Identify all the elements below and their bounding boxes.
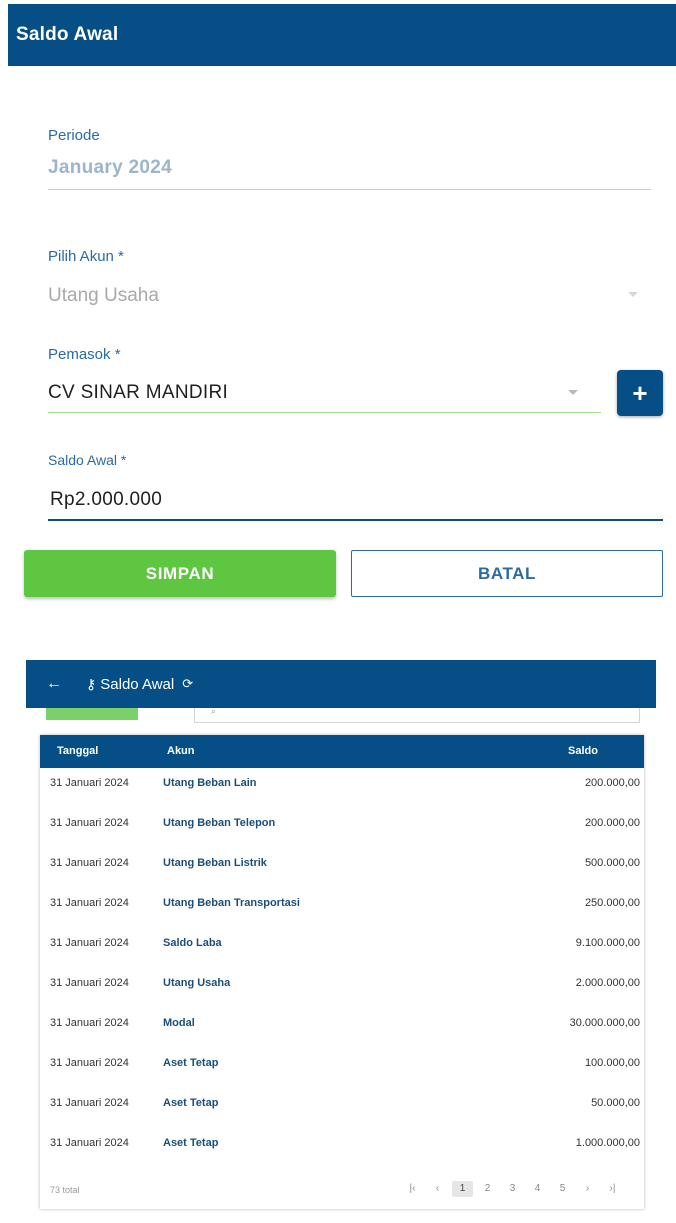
saldo-underline (48, 519, 663, 521)
cell-saldo: 9.100.000,00 (575, 937, 640, 949)
cell-akun: Saldo Laba (163, 937, 222, 949)
cell-akun: Aset Tetap (163, 1097, 219, 1109)
cancel-button[interactable]: BATAL (351, 550, 663, 597)
cell-akun: Aset Tetap (163, 1057, 219, 1069)
cell-akun: Utang Usaha (163, 977, 231, 989)
cell-tanggal: 31 Januari 2024 (50, 1017, 129, 1029)
total-count: 73 total (50, 1185, 80, 1195)
pemasok-label: Pemasok * (48, 346, 121, 363)
last-page-icon[interactable]: ›| (602, 1181, 623, 1197)
saldo-awal-list-screen: ← ⚷ Saldo Awal ⟳ ⌕ Tanggal Akun Saldo 31… (26, 660, 656, 1216)
table-row[interactable]: 31 Januari 2024 Utang Beban Lain 200.000… (40, 773, 644, 813)
page-title: Saldo Awal (16, 24, 119, 45)
save-button-label: SIMPAN (145, 563, 215, 583)
cell-saldo: 1.000.000,00 (575, 1137, 640, 1149)
cell-saldo: 50.000,00 (591, 1097, 640, 1109)
cell-akun: Modal (163, 1017, 195, 1029)
sub-header: ← ⚷ Saldo Awal ⟳ (26, 660, 656, 708)
saldo-input[interactable]: Rp2.000.000 (50, 489, 162, 511)
header-tanggal: Tanggal (57, 745, 99, 757)
table-row[interactable]: 31 Januari 2024 Utang Usaha 2.000.000,00 (40, 973, 644, 1013)
page-button-3[interactable]: 3 (502, 1181, 523, 1197)
cell-tanggal: 31 Januari 2024 (50, 817, 129, 829)
pemasok-select[interactable]: CV SINAR MANDIRI (48, 382, 228, 404)
cell-tanggal: 31 Januari 2024 (50, 1137, 129, 1149)
cell-akun: Utang Beban Transportasi (163, 897, 300, 909)
table-row[interactable]: 31 Januari 2024 Saldo Laba 9.100.000,00 (40, 933, 644, 973)
cell-tanggal: 31 Januari 2024 (50, 1057, 129, 1069)
periode-field[interactable]: January 2024 (48, 157, 172, 179)
periode-underline (48, 189, 651, 190)
page-button-1[interactable]: 1 (452, 1181, 473, 1197)
page-button-2[interactable]: 2 (477, 1181, 498, 1197)
cell-tanggal: 31 Januari 2024 (50, 857, 129, 869)
plus-icon: + (632, 377, 648, 408)
cell-tanggal: 31 Januari 2024 (50, 897, 129, 909)
cell-tanggal: 31 Januari 2024 (50, 977, 129, 989)
table-header: Tanggal Akun Saldo (40, 735, 644, 768)
key-icon: ⚷ (86, 675, 97, 692)
cell-akun: Aset Tetap (163, 1137, 219, 1149)
table-row[interactable]: 31 Januari 2024 Aset Tetap 50.000,00 (40, 1093, 644, 1133)
saldo-label: Saldo Awal * (48, 452, 127, 468)
table-row[interactable]: 31 Januari 2024 Utang Beban Telepon 200.… (40, 813, 644, 853)
header-akun: Akun (167, 745, 195, 757)
cancel-button-label: BATAL (477, 563, 537, 583)
first-page-icon[interactable]: |‹ (402, 1181, 423, 1197)
cell-akun: Utang Beban Telepon (163, 817, 276, 829)
back-arrow-icon[interactable]: ← (46, 675, 62, 693)
table-row[interactable]: 31 Januari 2024 Utang Beban Transportasi… (40, 893, 644, 933)
cell-tanggal: 31 Januari 2024 (50, 777, 129, 789)
page-button-4[interactable]: 4 (527, 1181, 548, 1197)
akun-label: Pilih Akun * (48, 248, 124, 265)
table-row[interactable]: 31 Januari 2024 Aset Tetap 100.000,00 (40, 1053, 644, 1093)
akun-select[interactable]: Utang Usaha (48, 285, 159, 307)
cell-saldo: 200.000,00 (584, 817, 640, 829)
pagination: |‹ ‹ 1 2 3 4 5 › ›| (402, 1181, 623, 1197)
cell-tanggal: 31 Januari 2024 (50, 1097, 129, 1109)
cell-saldo: 200.000,00 (584, 777, 640, 789)
sub-title: Saldo Awal (100, 675, 175, 693)
table-row[interactable]: 31 Januari 2024 Aset Tetap 1.000.000,00 (40, 1133, 644, 1173)
next-page-icon[interactable]: › (577, 1181, 598, 1197)
cell-saldo: 250.000,00 (584, 897, 640, 909)
refresh-icon[interactable]: ⟳ (182, 676, 193, 692)
table-row[interactable]: 31 Januari 2024 Modal 30.000.000,00 (40, 1013, 644, 1053)
page-button-5[interactable]: 5 (552, 1181, 573, 1197)
save-button[interactable]: SIMPAN (24, 550, 336, 597)
cell-akun: Utang Beban Lain (163, 777, 257, 789)
app-header: Saldo Awal (8, 4, 676, 66)
cell-saldo: 100.000,00 (584, 1057, 640, 1069)
prev-page-icon[interactable]: ‹ (427, 1181, 448, 1197)
cell-saldo: 500.000,00 (584, 857, 640, 869)
akun-chevron-down-icon (628, 292, 638, 297)
add-supplier-button[interactable]: + (617, 370, 663, 416)
table-row[interactable]: 31 Januari 2024 Utang Beban Listrik 500.… (40, 853, 644, 893)
cell-akun: Utang Beban Listrik (163, 857, 267, 869)
saldo-table: Tanggal Akun Saldo 31 Januari 2024 Utang… (40, 735, 644, 1209)
cell-tanggal: 31 Januari 2024 (50, 937, 129, 949)
pemasok-underline (48, 412, 601, 413)
header-saldo: Saldo (568, 745, 598, 757)
periode-label: Periode (48, 127, 100, 144)
cell-saldo: 2.000.000,00 (575, 977, 640, 989)
pemasok-chevron-down-icon[interactable] (568, 390, 578, 395)
cell-saldo: 30.000.000,00 (569, 1017, 640, 1029)
